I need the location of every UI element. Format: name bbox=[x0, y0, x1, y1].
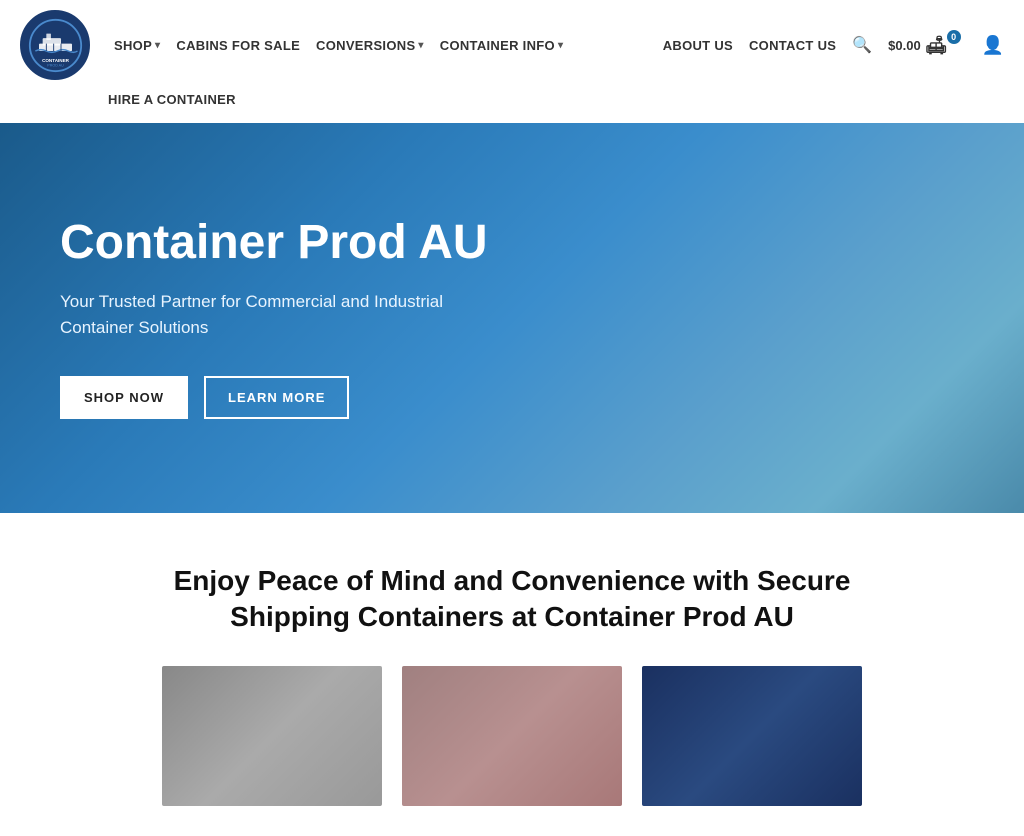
cart-price: $0.00 bbox=[888, 38, 921, 53]
nav-contact-us[interactable]: CONTACT US bbox=[749, 38, 836, 53]
hero-title: Container Prod AU bbox=[60, 217, 964, 270]
nav-shop[interactable]: SHOP ▾ bbox=[108, 30, 166, 61]
card-1[interactable] bbox=[162, 666, 382, 806]
hero-subtitle: Your Trusted Partner for Commercial and … bbox=[60, 289, 460, 340]
card-row bbox=[0, 666, 1024, 836]
chevron-down-icon: ▾ bbox=[558, 40, 563, 51]
shop-now-button[interactable]: SHOP NOW bbox=[60, 376, 188, 419]
svg-text:CONTAINER: CONTAINER bbox=[42, 58, 70, 63]
nav-about-us[interactable]: ABOUT US bbox=[663, 38, 733, 53]
cart-badge: 0 bbox=[947, 30, 961, 44]
site-logo[interactable]: CONTAINER PROD AU bbox=[20, 10, 90, 80]
section-title: Enjoy Peace of Mind and Convenience with… bbox=[162, 563, 862, 636]
nav-conversions[interactable]: CONVERSIONS ▾ bbox=[310, 30, 430, 61]
section-title-area: Enjoy Peace of Mind and Convenience with… bbox=[0, 513, 1024, 666]
primary-nav: SHOP ▾ CABINS FOR SALE CONVERSIONS ▾ CON… bbox=[108, 30, 569, 61]
nav-container-info[interactable]: CONTAINER INFO ▾ bbox=[434, 30, 570, 61]
user-icon[interactable]: 👤 bbox=[982, 35, 1004, 56]
logo-icon: CONTAINER PROD AU bbox=[20, 10, 90, 80]
chevron-down-icon: ▾ bbox=[418, 40, 423, 51]
nav-hire-container[interactable]: HIRE A CONTAINER bbox=[102, 84, 242, 115]
secondary-nav: ABOUT US CONTACT US 🔍 $0.00 🛋 0 👤 bbox=[663, 35, 1004, 56]
search-icon[interactable]: 🔍 bbox=[852, 35, 872, 55]
card-3[interactable] bbox=[642, 666, 862, 806]
secondary-nav-row: HIRE A CONTAINER bbox=[20, 84, 1004, 123]
hero-buttons: SHOP NOW LEARN MORE bbox=[60, 376, 964, 419]
hero-section: Container Prod AU Your Trusted Partner f… bbox=[0, 123, 1024, 513]
cart-button[interactable]: $0.00 🛋 0 bbox=[888, 35, 965, 56]
learn-more-button[interactable]: LEARN MORE bbox=[204, 376, 349, 419]
card-2[interactable] bbox=[402, 666, 622, 806]
chevron-down-icon: ▾ bbox=[155, 40, 160, 51]
navbar: CONTAINER PROD AU SHOP ▾ CABINS FOR SALE… bbox=[0, 0, 1024, 123]
svg-text:PROD AU: PROD AU bbox=[47, 63, 64, 67]
cart-icon: 🛋 bbox=[925, 35, 948, 56]
nav-cabins[interactable]: CABINS FOR SALE bbox=[170, 30, 306, 61]
